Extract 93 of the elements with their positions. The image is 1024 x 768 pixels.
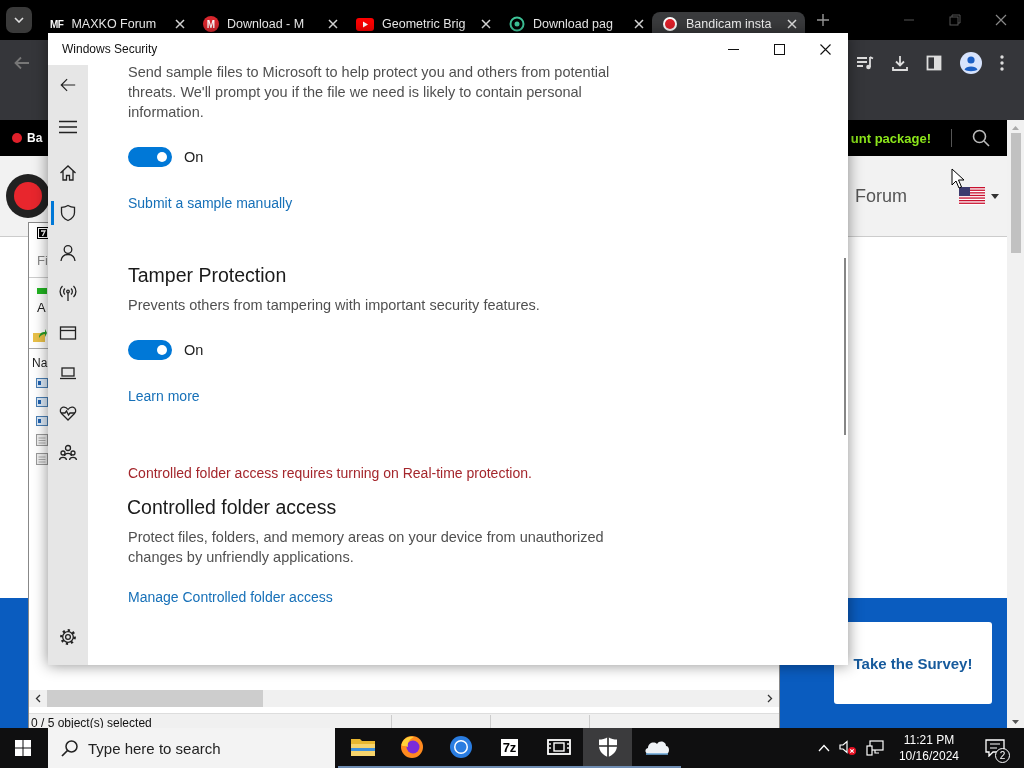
section-heading: Controlled folder access	[127, 495, 338, 520]
chevron-left-icon[interactable]	[35, 694, 41, 703]
survey-button[interactable]: Take the Survey!	[834, 622, 992, 704]
link[interactable]: Learn more	[128, 388, 200, 404]
play-icon	[356, 17, 374, 31]
person-icon	[58, 243, 78, 263]
people-icon	[58, 443, 78, 463]
section-heading: Tamper Protection	[128, 263, 288, 288]
app-icon	[37, 227, 49, 239]
scrollbar-thumb[interactable]	[47, 690, 263, 707]
side-panel-icon[interactable]	[926, 55, 942, 71]
caret-icon[interactable]	[991, 193, 999, 199]
address-label: A	[37, 299, 46, 315]
promo-link[interactable]: unt package!	[850, 130, 931, 146]
playlist-icon[interactable]	[856, 55, 874, 71]
link[interactable]: Submit a sample manually	[128, 195, 293, 211]
shield-icon	[58, 203, 78, 223]
download-icon[interactable]	[892, 55, 908, 71]
chevron-right-icon[interactable]	[767, 694, 773, 703]
toggle-switch[interactable]	[128, 340, 172, 360]
flag-icon[interactable]	[959, 187, 985, 205]
antenna-icon	[58, 283, 78, 303]
search-icon[interactable]	[972, 129, 990, 147]
scrollbar-thumb[interactable]	[844, 258, 846, 435]
tab-title: MAXKO Forum	[71, 17, 158, 31]
clock[interactable]: 11:21 PM 10/16/2024	[892, 732, 965, 764]
file-icon	[36, 415, 48, 427]
status-text: 0 / 5 object(s) selected	[30, 716, 153, 730]
description-text: Protect files, folders, and memory areas on your device from unauthorized changes by unfriendly applications.	[128, 528, 605, 567]
toggle-label: On	[184, 342, 204, 358]
menu-dots-icon[interactable]	[1000, 55, 1004, 71]
close-icon[interactable]	[820, 43, 831, 55]
browser-tab[interactable]: MF MAXKO Forum	[40, 11, 193, 37]
site-logo: M	[203, 16, 219, 32]
shield-icon	[597, 736, 618, 758]
tab-list-button[interactable]	[6, 7, 32, 33]
dot-icon	[12, 133, 22, 143]
record-logo-icon	[5, 173, 51, 219]
muted-speaker-icon[interactable]	[838, 740, 857, 756]
browser-tab[interactable]: M Download - M	[193, 11, 346, 37]
clock-date: 10/16/2024	[898, 748, 959, 764]
profile-icon[interactable]	[960, 52, 982, 74]
network-icon[interactable]	[865, 740, 884, 756]
notification-icon[interactable]	[985, 739, 1005, 757]
folder-icon	[350, 737, 375, 757]
heart-icon	[58, 403, 78, 423]
browser-icon	[448, 735, 473, 759]
search-field[interactable]: Type here to search	[48, 728, 335, 768]
column-header[interactable]: Na	[32, 356, 48, 370]
file-icon	[36, 377, 48, 389]
menu-icon[interactable]	[59, 120, 77, 134]
clock-time: 11:21 PM	[903, 732, 955, 748]
description-text: Prevents others from tampering with important security features.	[128, 296, 541, 315]
description-text: Send sample files to Microsoft to help protect you and others from potential threats. We'll prompt you if the file we need is likely to contain personal information.	[128, 65, 611, 122]
tab-title: Bandicam insta	[686, 17, 773, 31]
scrollbar-thumb[interactable]	[1010, 133, 1021, 253]
tab-title: Download pag	[533, 17, 614, 31]
record-icon	[662, 16, 678, 32]
home-icon	[58, 163, 78, 183]
status-light-icon	[37, 287, 47, 294]
site-logo: MF	[50, 18, 64, 30]
file-icon	[36, 396, 48, 408]
browser-tab[interactable]: Download pag	[499, 11, 652, 37]
archiver-logo: 7z	[500, 738, 519, 756]
notification-badge: 2	[995, 748, 1010, 763]
nav-link[interactable]: Forum	[855, 185, 907, 207]
maximize-icon[interactable]	[774, 43, 785, 55]
browser-tab[interactable]: Geometric Brig	[346, 11, 499, 37]
close-icon[interactable]	[995, 14, 1007, 26]
browser-window-icon	[58, 323, 78, 343]
toggle-switch[interactable]	[128, 147, 172, 167]
scroll-down-icon[interactable]	[1012, 720, 1019, 724]
warning-text: Controlled folder access requires turning on Real-time protection.	[128, 464, 533, 483]
film-icon	[546, 737, 571, 757]
window-title: Windows Security	[62, 42, 158, 56]
taskbar-app[interactable]: 7z	[485, 728, 534, 768]
banner-text: Ba	[27, 131, 43, 145]
toggle-label: On	[184, 149, 204, 165]
tab-title: Geometric Brig	[382, 17, 467, 31]
link[interactable]: Manage Controlled folder access	[128, 589, 333, 605]
windows-start-icon[interactable]	[15, 740, 31, 756]
folder-up-icon[interactable]	[33, 329, 47, 343]
ring-icon	[509, 16, 525, 32]
search-icon	[61, 739, 79, 757]
taskbar-app[interactable]	[583, 728, 632, 768]
tab-title: Download - M	[227, 17, 306, 31]
caret-icon	[14, 17, 24, 23]
plus-icon[interactable]	[817, 14, 829, 26]
fox-globe-icon	[399, 735, 424, 759]
chevron-up-icon[interactable]	[817, 744, 830, 752]
cursor-icon	[951, 168, 965, 189]
settings-icon[interactable]	[58, 627, 78, 647]
back-arrow-icon[interactable]	[59, 76, 77, 94]
